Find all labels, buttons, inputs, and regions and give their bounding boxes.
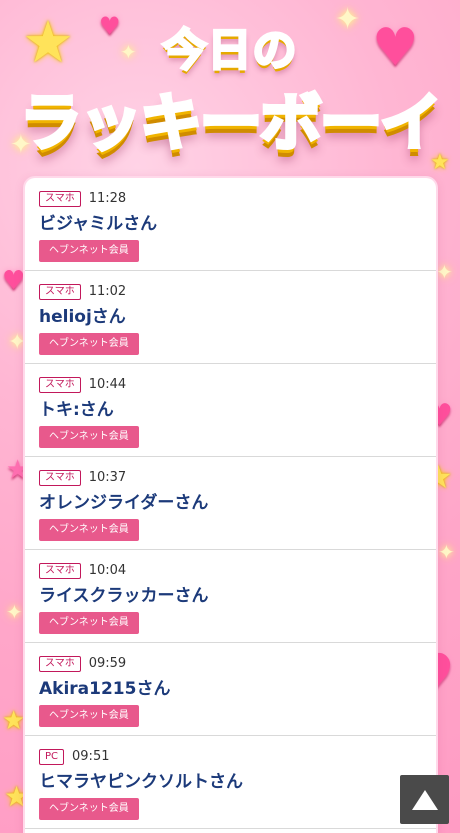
member-badge: ヘブンネット会員 (39, 705, 139, 727)
list-item: スマホ 10:44 トキ:さん ヘブンネット会員 (25, 364, 436, 457)
member-badge: ヘブンネット会員 (39, 240, 139, 262)
heart-icon: ♥ (2, 266, 26, 296)
sparkle-icon: ✦ (6, 600, 23, 624)
gold-star-icon: ★ (2, 706, 26, 736)
lucky-boy-list: スマホ 11:28 ビジャミルさん ヘブンネット会員 スマホ 11:02 hel… (25, 178, 436, 833)
entry-time: 11:28 (88, 191, 127, 206)
device-badge: PC (39, 748, 65, 765)
sparkle-icon: ✦ (438, 540, 455, 564)
entry-time: 10:44 (88, 377, 127, 392)
page-title: 今日の ラッキーボーイ (0, 0, 460, 178)
member-badge: ヘブンネット会員 (39, 612, 139, 634)
entry-name: ヒマラヤピンクソルトさん (39, 772, 243, 792)
device-badge: スマホ (39, 469, 81, 486)
device-badge: スマホ (39, 283, 81, 300)
list-item: スマホ 11:28 ビジャミルさん ヘブンネット会員 (25, 178, 436, 271)
entry-name: トキ:さん (39, 400, 114, 420)
entry-name: ビジャミルさん (39, 214, 158, 234)
sparkle-icon: ✦ (436, 260, 453, 284)
entry-time: 10:37 (88, 470, 127, 485)
sparkle-icon: ✦ (8, 330, 27, 355)
scroll-top-button[interactable] (400, 775, 449, 824)
member-badge: ヘブンネット会員 (39, 519, 139, 541)
triangle-up-icon (411, 789, 438, 810)
list-item: スマホ 10:37 オレンジライダーさん ヘブンネット会員 (25, 457, 436, 550)
device-badge: スマホ (39, 562, 81, 579)
list-item: スマホ 10:04 ライスクラッカーさん ヘブンネット会員 (25, 550, 436, 643)
member-badge: ヘブンネット会員 (39, 333, 139, 355)
entry-name: オレンジライダーさん (39, 493, 209, 513)
list-item: スマホ 11:02 heliojさん ヘブンネット会員 (25, 271, 436, 364)
title-line2: ラッキーボーイ (18, 84, 444, 161)
entry-time: 10:04 (88, 563, 127, 578)
entry-name: Akira1215さん (39, 679, 171, 699)
entry-time: 11:02 (88, 284, 127, 299)
entry-time: 09:51 (72, 749, 110, 764)
entry-name: ライスクラッカーさん (39, 586, 209, 606)
device-badge: スマホ (39, 190, 81, 207)
device-badge: スマホ (39, 376, 81, 393)
entry-name: heliojさん (39, 307, 126, 327)
list-item: スマホ 09:59 Akira1215さん ヘブンネット会員 (25, 643, 436, 736)
member-badge: ヘブンネット会員 (39, 798, 139, 820)
entry-time: 09:59 (88, 656, 127, 671)
list-item: PC 09:51 ヒマラヤピンクソルトさん ヘブンネット会員 (25, 736, 436, 829)
title-line1: 今日の (161, 24, 298, 78)
device-badge: スマホ (39, 655, 81, 672)
member-badge: ヘブンネット会員 (39, 426, 139, 448)
